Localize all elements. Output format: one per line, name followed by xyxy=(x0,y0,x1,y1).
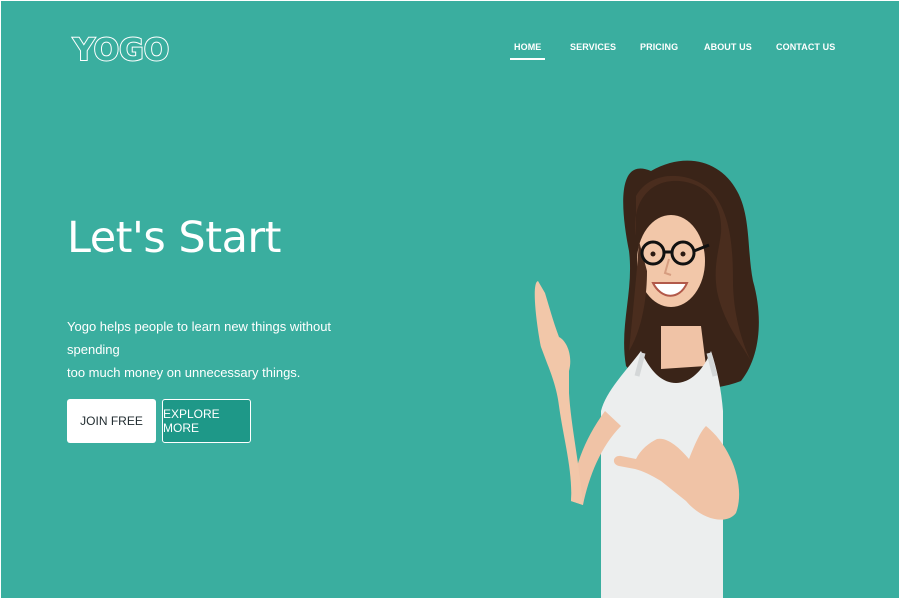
hero-description-line: Yogo helps people to learn new things wi… xyxy=(67,319,332,357)
nav-item-home[interactable]: HOME xyxy=(510,42,546,60)
hero-description-line: too much money on unnecessary things. xyxy=(67,365,301,380)
nav-item-pricing[interactable]: PRICING xyxy=(640,42,678,52)
landing-page: YOGO HOME SERVICES PRICING ABOUT US CONT… xyxy=(1,1,899,598)
nav-item-services[interactable]: SERVICES xyxy=(570,42,616,52)
nav-item-label: HOME xyxy=(514,42,542,52)
nav-item-label: CONTACT US xyxy=(776,42,836,52)
explore-more-button[interactable]: EXPLORE MORE xyxy=(162,399,251,443)
woman-pointing-photo xyxy=(534,160,759,598)
hero-title: Let's Start xyxy=(67,213,281,263)
nav-item-label: SERVICES xyxy=(570,42,617,52)
nav-item-label: PRICING xyxy=(640,42,679,52)
nav-item-contact-us[interactable]: CONTACT US xyxy=(776,42,835,52)
join-free-button[interactable]: JOIN FREE xyxy=(67,399,156,443)
nav-item-label: ABOUT US xyxy=(704,42,752,52)
hero-description: Yogo helps people to learn new things wi… xyxy=(67,315,367,384)
active-nav-indicator xyxy=(510,58,546,60)
nav-item-about-us[interactable]: ABOUT US xyxy=(704,42,752,52)
main-nav: HOME SERVICES PRICING ABOUT US CONTACT U… xyxy=(1,42,899,62)
